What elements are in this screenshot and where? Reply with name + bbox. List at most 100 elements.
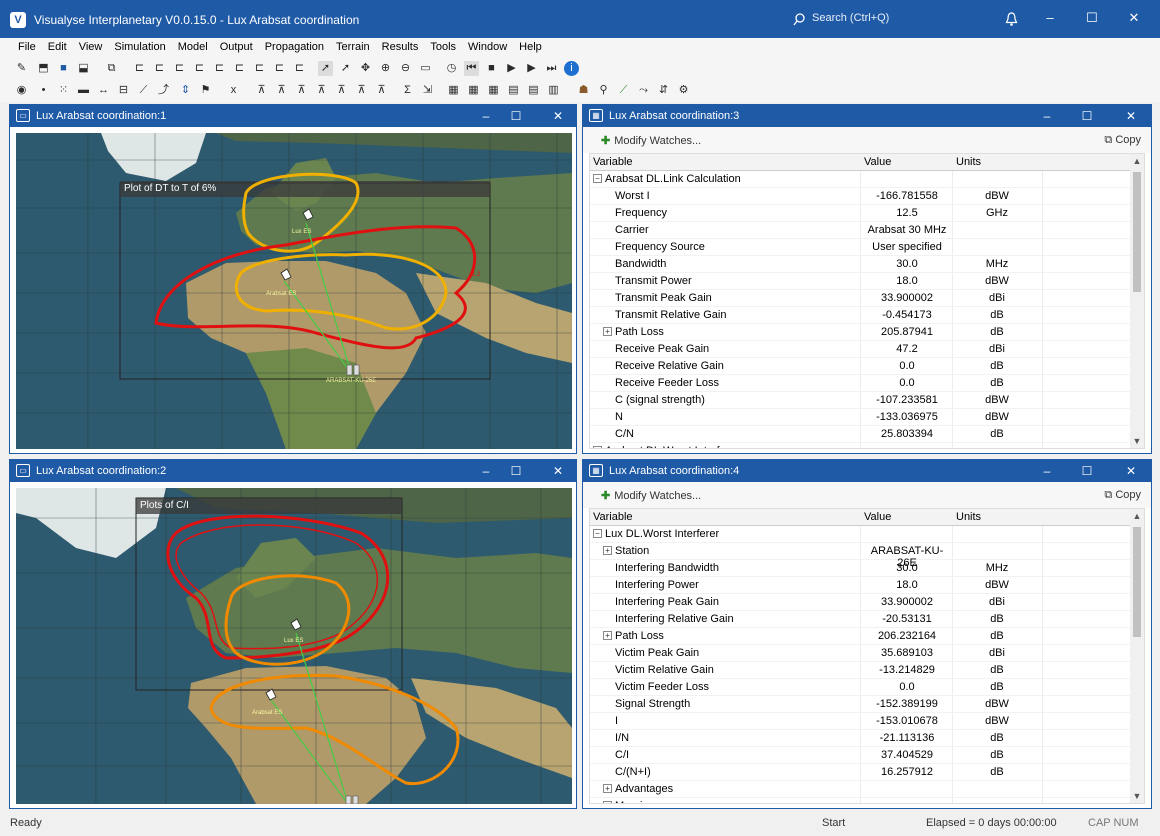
minimize-button[interactable]: – — [1039, 463, 1055, 479]
watch-window-3[interactable]: ▦ Lux Arabsat coordination:3 – ☐ ✕ ✚ Modi… — [582, 104, 1152, 454]
run-icon[interactable]: ⚑ — [198, 83, 213, 98]
report-icon[interactable]: ⊏ — [292, 61, 307, 76]
clock-icon[interactable]: ◷ — [444, 61, 459, 76]
menu-window[interactable]: Window — [462, 39, 513, 55]
propagation-icon[interactable]: ⊏ — [212, 61, 227, 76]
map-view[interactable]: Plot of DT to T of 6% Lux ES Arabsat ES … — [16, 133, 572, 449]
copy-button[interactable]: ⧉ Copy — [1104, 134, 1141, 147]
stop-icon[interactable]: ■ — [484, 61, 499, 76]
scroll-up-icon[interactable]: ▲ — [1130, 156, 1144, 166]
table-row[interactable]: C/(N+I) 16.257912 dB — [590, 764, 1130, 781]
group-row[interactable]: − Arabsat DL.Worst Interferer — [590, 443, 1130, 448]
antenna-icon[interactable]: ⊏ — [192, 61, 207, 76]
filter-icon[interactable]: ⇵ — [656, 83, 671, 98]
close-button[interactable]: ✕ — [550, 108, 566, 124]
modify-watches-button[interactable]: ✚ Modify Watches... — [601, 489, 701, 502]
table-row[interactable]: Frequency Source User specified — [590, 239, 1130, 256]
vertical-scrollbar[interactable]: ▲ ▼ — [1130, 154, 1144, 448]
expand-icon[interactable]: + — [603, 546, 612, 555]
search-box[interactable]: Search (Ctrl+Q) — [812, 12, 889, 24]
minimize-button[interactable]: – — [1040, 10, 1060, 28]
menu-edit[interactable]: Edit — [42, 39, 73, 55]
expand-icon[interactable]: + — [603, 784, 612, 793]
maximize-button[interactable]: ☐ — [1079, 108, 1095, 124]
table-icon[interactable]: ▦ — [446, 83, 461, 98]
table-row[interactable]: C/N 25.803394 dB — [590, 426, 1130, 443]
close-button[interactable]: ✕ — [1123, 108, 1139, 124]
zoom-out-icon[interactable]: ⊖ — [398, 61, 413, 76]
menu-view[interactable]: View — [73, 39, 109, 55]
copy-icon[interactable]: ⧉ — [104, 61, 119, 76]
map-window-1[interactable]: ▭ Lux Arabsat coordination:1 – ☐ ✕ Plot … — [9, 104, 577, 454]
select-icon[interactable]: ➚ — [338, 61, 353, 76]
zoom-in-icon[interactable]: ⊕ — [378, 61, 393, 76]
range-icon[interactable]: ↔ — [96, 83, 111, 98]
table-row[interactable]: Transmit Peak Gain 33.900002 dBi — [590, 290, 1130, 307]
route-icon[interactable]: ⤳ — [636, 83, 651, 98]
terrain-icon[interactable]: ⊏ — [232, 61, 247, 76]
maximize-button[interactable]: ☐ — [1079, 463, 1095, 479]
col-units[interactable]: Units — [956, 156, 981, 168]
table-row[interactable]: + Path Loss 205.87941 dB — [590, 324, 1130, 341]
col-variable[interactable]: Variable — [593, 156, 633, 168]
rewind-icon[interactable]: ⏮ — [464, 61, 479, 76]
path-icon[interactable]: ⤴ — [156, 83, 171, 98]
menu-output[interactable]: Output — [214, 39, 259, 55]
table-row[interactable]: Victim Peak Gain 35.689103 dBi — [590, 645, 1130, 662]
pan-icon[interactable]: ✥ — [358, 61, 373, 76]
table-row[interactable]: I -153.010678 dBW — [590, 713, 1130, 730]
new-icon[interactable]: ✎ — [14, 61, 29, 76]
table-row[interactable]: +Margins — [590, 798, 1130, 803]
variable-icon[interactable]: x — [226, 83, 241, 98]
export-icon[interactable]: ⇲ — [420, 83, 435, 98]
table-row[interactable]: C (signal strength) -107.233581 dBW — [590, 392, 1130, 409]
save-icon[interactable]: ■ — [56, 61, 71, 76]
table-row[interactable]: Signal Strength -152.389199 dBW — [590, 696, 1130, 713]
expand-icon[interactable]: + — [603, 631, 612, 640]
minimize-button[interactable]: – — [1039, 108, 1055, 124]
broadcast-icon[interactable]: ◉ — [14, 83, 29, 98]
close-button[interactable]: ✕ — [1123, 463, 1139, 479]
area-icon[interactable]: ⊏ — [252, 61, 267, 76]
station-icon[interactable]: ⊏ — [132, 61, 147, 76]
maximize-button[interactable]: ☐ — [508, 463, 524, 479]
info-icon[interactable]: i — [564, 61, 579, 76]
table-row[interactable]: N -133.036975 dBW — [590, 409, 1130, 426]
table-edit-icon[interactable]: ▦ — [486, 83, 501, 98]
expand-icon[interactable]: + — [603, 801, 612, 803]
table-row[interactable]: Transmit Relative Gain -0.454173 dB — [590, 307, 1130, 324]
menu-help[interactable]: Help — [513, 39, 548, 55]
pointer-icon[interactable]: ➚ — [318, 61, 333, 76]
menu-terrain[interactable]: Terrain — [330, 39, 376, 55]
group-row[interactable]: − Arabsat DL.Link Calculation — [590, 171, 1130, 188]
group-row[interactable]: − Lux DL.Worst Interferer — [590, 526, 1130, 543]
maximize-button[interactable]: ☐ — [1082, 10, 1102, 28]
notification-bell-icon[interactable] — [1005, 12, 1018, 27]
open-icon[interactable]: ⬒ — [36, 61, 51, 76]
save-as-icon[interactable]: ⬓ — [76, 61, 91, 76]
table-add-icon[interactable]: ▦ — [466, 83, 481, 98]
table-row[interactable]: I/N -21.113136 dB — [590, 730, 1130, 747]
bracket-icon[interactable]: ⊟ — [116, 83, 131, 98]
collapse-icon[interactable]: − — [593, 529, 602, 538]
expand-icon[interactable]: + — [603, 327, 612, 336]
table-row[interactable]: Interfering Bandwidth 30.0 MHz — [590, 560, 1130, 577]
menu-propagation[interactable]: Propagation — [259, 39, 330, 55]
table-row[interactable]: Receive Feeder Loss 0.0 dB — [590, 375, 1130, 392]
collapse-icon[interactable]: − — [593, 446, 602, 448]
station-move-icon[interactable]: ⊼ — [294, 83, 309, 98]
table-row[interactable]: Worst I -166.781558 dBW — [590, 188, 1130, 205]
chart-icon[interactable]: ▤ — [506, 83, 521, 98]
table-row[interactable]: + Advantages — [590, 781, 1130, 798]
play-icon[interactable]: ▶ — [524, 61, 539, 76]
sigma-icon[interactable]: Σ — [400, 83, 415, 98]
table-row[interactable]: Interfering Power 18.0 dBW — [590, 577, 1130, 594]
menu-results[interactable]: Results — [376, 39, 425, 55]
table-row[interactable]: + Path Loss 206.232164 dB — [590, 628, 1130, 645]
minimize-button[interactable]: – — [478, 463, 494, 479]
menu-tools[interactable]: Tools — [424, 39, 462, 55]
point-icon[interactable]: • — [36, 83, 51, 98]
table-row[interactable]: Interfering Relative Gain -20.53131 dB — [590, 611, 1130, 628]
table-row[interactable]: Receive Relative Gain 0.0 dB — [590, 358, 1130, 375]
table-row[interactable]: Victim Feeder Loss 0.0 dB — [590, 679, 1130, 696]
